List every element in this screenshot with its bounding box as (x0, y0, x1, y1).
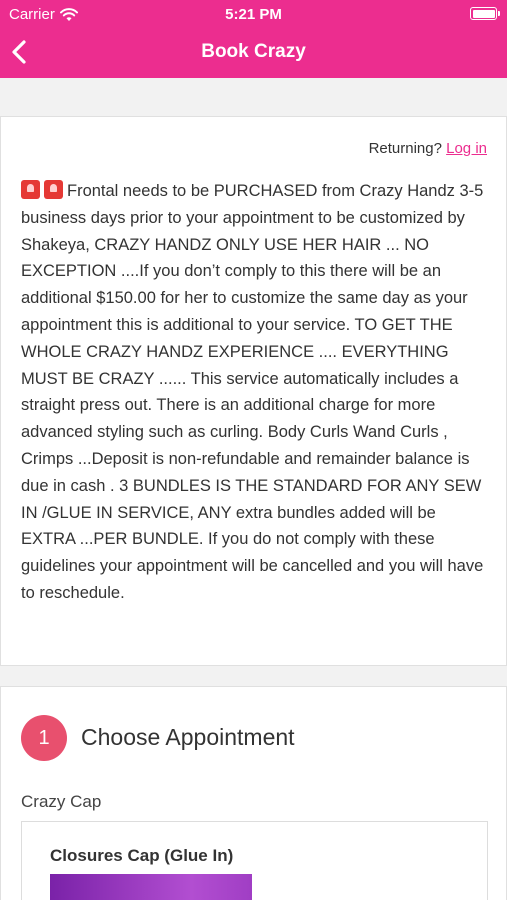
siren-icon (44, 180, 63, 199)
description-text: Frontal needs to be PURCHASED from Crazy… (21, 182, 484, 602)
step-title: Choose Appointment (81, 724, 295, 750)
siren-icon (21, 180, 40, 199)
returning-label: Returning? (368, 140, 442, 157)
booking-card: 1 Choose Appointment Crazy Cap Closures … (0, 686, 507, 900)
service-name: Closures Cap (Glue In) (50, 846, 234, 865)
returning-prompt: Returning? Log in (369, 140, 487, 157)
category-label: Crazy Cap (21, 792, 102, 811)
app-header: Carrier 5:21 PM Book Crazy (0, 0, 507, 78)
service-info-card: Returning? Log in Frontal needs to be PU… (0, 116, 507, 666)
page-title: Book Crazy (201, 41, 306, 62)
clock: 5:21 PM (225, 6, 282, 23)
service-description: Frontal needs to be PURCHASED from Crazy… (21, 178, 493, 607)
battery-icon (470, 7, 500, 20)
service-option[interactable]: Closures Cap (Glue In) (21, 821, 488, 900)
step-number-badge: 1 (21, 715, 67, 761)
service-image (50, 874, 252, 900)
login-link[interactable]: Log in (446, 140, 487, 157)
status-bar: Carrier 5:21 PM (0, 0, 507, 28)
nav-bar: Book Crazy (0, 28, 507, 78)
